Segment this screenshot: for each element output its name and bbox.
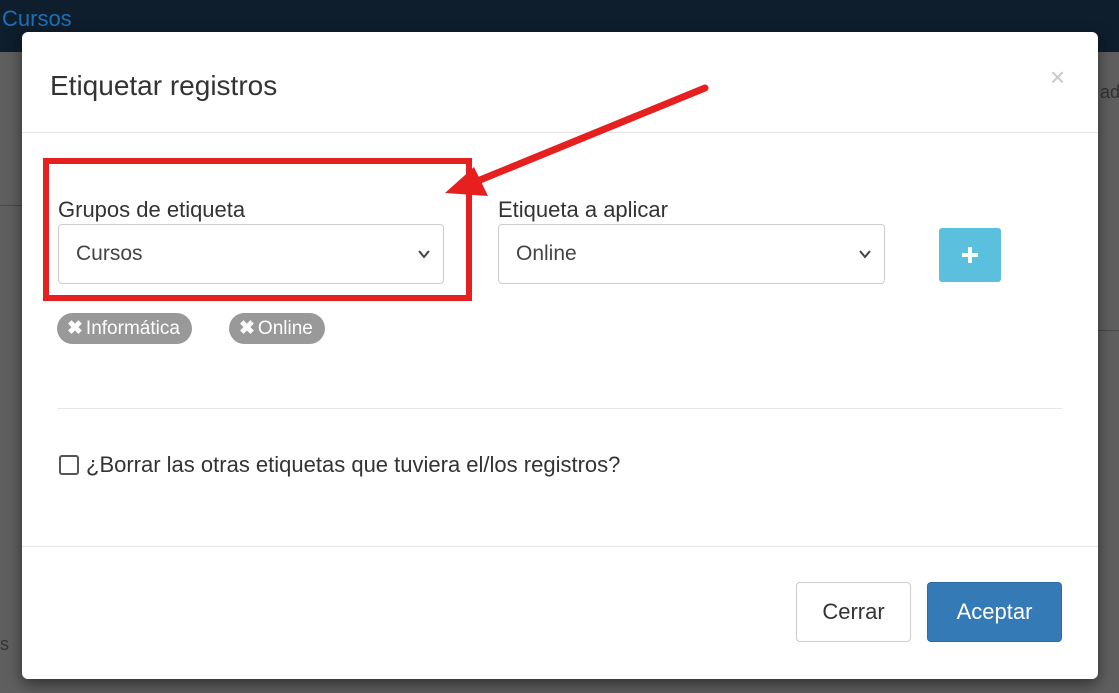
annotation-arrow-icon — [445, 84, 709, 196]
